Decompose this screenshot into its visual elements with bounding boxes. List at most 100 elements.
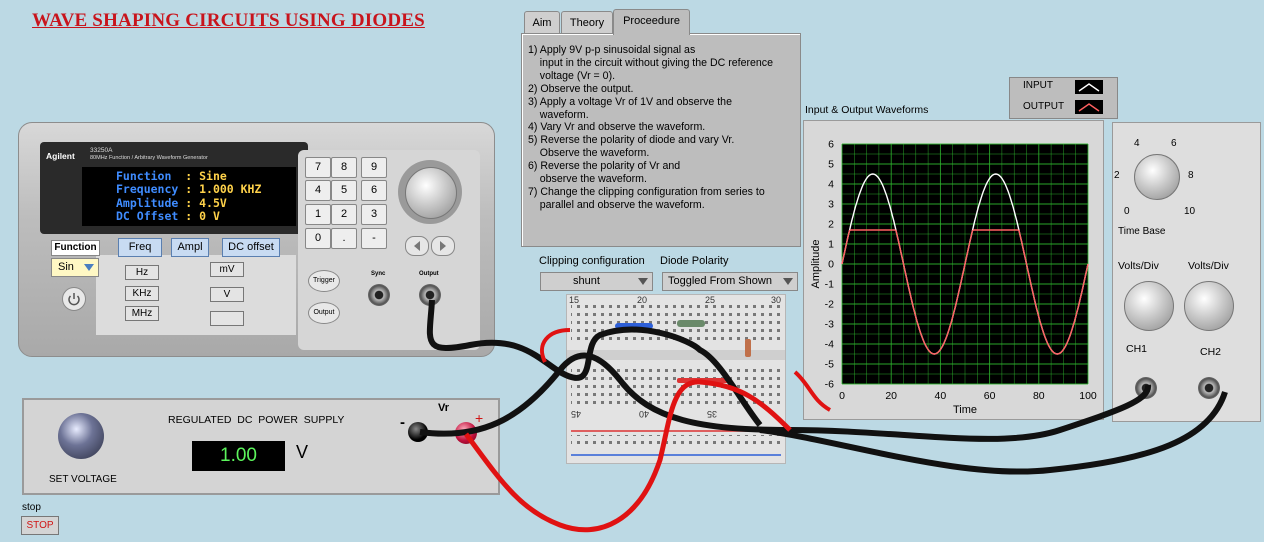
key-6[interactable]: 6	[361, 180, 387, 201]
key-dot[interactable]: .	[331, 228, 357, 249]
unit-mv-button[interactable]: mV	[210, 262, 244, 277]
col-label-15: 15	[569, 295, 580, 305]
scope-controls	[1112, 122, 1261, 422]
key-7[interactable]: 7	[305, 157, 331, 178]
unit-v-button[interactable]: V	[210, 287, 244, 302]
ampl-button[interactable]: Ampl	[171, 238, 209, 257]
vr-label: Vr	[438, 402, 450, 414]
tb-tick-4: 4	[1134, 138, 1140, 149]
x-tick-label: 40	[935, 390, 947, 402]
trigger-button[interactable]: Trigger	[308, 270, 340, 292]
diode-polarity-value: Toggled From Shown	[668, 275, 772, 287]
fg-model: 33250A	[90, 147, 113, 154]
output-label: Output	[419, 271, 439, 277]
tb-tick-2: 2	[1114, 170, 1120, 181]
oscilloscope-graph: 6 5 4 3 2 1 0 -1 -2 -3 -4 -5 -6 0 20 40 60 80 100 Time Ampli…	[803, 120, 1104, 420]
col-label-20: 20	[637, 295, 648, 305]
stop-label: stop	[22, 502, 41, 513]
tab-aim[interactable]: Aim	[524, 11, 560, 34]
time-base-knob[interactable]	[1134, 154, 1180, 200]
set-voltage-knob[interactable]	[58, 413, 104, 459]
col-label-25: 25	[705, 295, 716, 305]
sync-connector[interactable]	[368, 284, 390, 306]
tb-tick-6: 6	[1171, 138, 1177, 149]
legend-input-swatch	[1075, 80, 1103, 94]
arrow-left-button[interactable]	[405, 236, 429, 256]
procedure-line: 3) Apply a voltage Vr of 1V and observe …	[528, 95, 732, 108]
y-axis-label: Amplitude	[810, 240, 822, 289]
col-label-35: 35	[707, 409, 718, 419]
plus-label: +	[475, 410, 484, 426]
power-button[interactable]	[62, 287, 86, 311]
minus-label: -	[400, 414, 405, 431]
freq-button[interactable]: Freq	[118, 238, 162, 257]
arrow-right-button[interactable]	[431, 236, 455, 256]
key-9[interactable]: 9	[361, 157, 387, 178]
unit-mhz-button[interactable]: MHz	[125, 306, 159, 321]
function-select[interactable]: Sin	[51, 258, 99, 277]
voltage-unit: V	[296, 442, 309, 462]
procedure-text: 1) Apply 9V p-p sinusoidal signal as inp…	[528, 44, 798, 212]
x-tick-label: 80	[1033, 390, 1045, 402]
clipping-value: shunt	[573, 275, 600, 287]
key-3[interactable]: 3	[361, 204, 387, 225]
procedure-line: waveform.	[528, 108, 589, 121]
legend-output-label: OUTPUT	[1023, 101, 1065, 112]
procedure-line: observe the waveform.	[528, 173, 647, 186]
y-tick-label: -3	[825, 319, 834, 331]
key-minus[interactable]: -	[361, 228, 387, 249]
tab-proceedure[interactable]: Proceedure	[613, 9, 690, 35]
sync-label: Sync	[371, 271, 386, 277]
output-button[interactable]: Output	[308, 302, 340, 324]
unit-hz-button[interactable]: Hz	[125, 265, 159, 280]
procedure-line: voltage (Vr = 0).	[528, 69, 616, 82]
ch2-connector[interactable]	[1198, 377, 1220, 399]
key-0[interactable]: 0	[305, 228, 331, 249]
power-supply-title: REGULATED DC POWER SUPPLY	[168, 414, 345, 426]
legend-output-swatch	[1075, 100, 1103, 114]
unit-blank-button[interactable]	[210, 311, 244, 326]
volts-div-ch1-knob[interactable]	[1124, 281, 1174, 331]
diode-polarity-select[interactable]: Toggled From Shown	[662, 272, 798, 291]
x-tick-label: 20	[885, 390, 897, 402]
breadboard: 15 20 25 30 45 40 35	[566, 294, 786, 464]
y-tick-label: 2	[828, 219, 834, 231]
unit-khz-button[interactable]: KHz	[125, 286, 159, 301]
scope-caption: Input & Output Waveforms	[805, 104, 929, 116]
key-5[interactable]: 5	[331, 180, 357, 201]
positive-terminal[interactable]	[455, 422, 477, 444]
key-8[interactable]: 8	[331, 157, 357, 178]
y-tick-label: 4	[828, 179, 834, 191]
arrow-left-icon	[414, 241, 420, 251]
x-tick-label: 0	[839, 390, 845, 402]
y-tick-label: 6	[828, 139, 834, 151]
ch1-connector[interactable]	[1135, 377, 1157, 399]
y-tick-label: -5	[825, 359, 834, 371]
function-select-value: Sin	[58, 261, 74, 273]
volts-div-label-1: Volts/Div	[1118, 260, 1159, 272]
procedure-line: Observe the waveform.	[528, 147, 650, 160]
tb-tick-10: 10	[1184, 206, 1196, 217]
procedure-line: parallel and observe the waveform.	[528, 198, 705, 211]
fg-brand: Agilent	[46, 151, 75, 161]
output-connector[interactable]	[419, 284, 441, 306]
tb-tick-8: 8	[1188, 170, 1194, 181]
fg-adjust-knob[interactable]	[405, 167, 457, 219]
clipping-select[interactable]: shunt	[540, 272, 653, 291]
function-label: Function	[51, 240, 100, 256]
tab-theory[interactable]: Theory	[561, 11, 613, 34]
negative-terminal[interactable]	[408, 422, 428, 442]
key-4[interactable]: 4	[305, 180, 331, 201]
procedure-line: 4) Vary Vr and observe the waveform.	[528, 121, 706, 134]
dc-offset-button[interactable]: DC offset	[222, 238, 280, 257]
power-icon	[68, 293, 80, 306]
diode-polarity-label: Diode Polarity	[660, 255, 729, 267]
volts-div-ch2-knob[interactable]	[1184, 281, 1234, 331]
stop-button[interactable]: STOP	[21, 516, 59, 535]
col-label-45: 45	[571, 409, 582, 419]
key-1[interactable]: 1	[305, 204, 331, 225]
fg-model-subtitle: 80MHz Function / Arbitrary Waveform Gene…	[90, 155, 208, 161]
key-2[interactable]: 2	[331, 204, 357, 225]
x-axis-label: Time	[953, 404, 977, 416]
breadboard-holes	[567, 305, 785, 456]
